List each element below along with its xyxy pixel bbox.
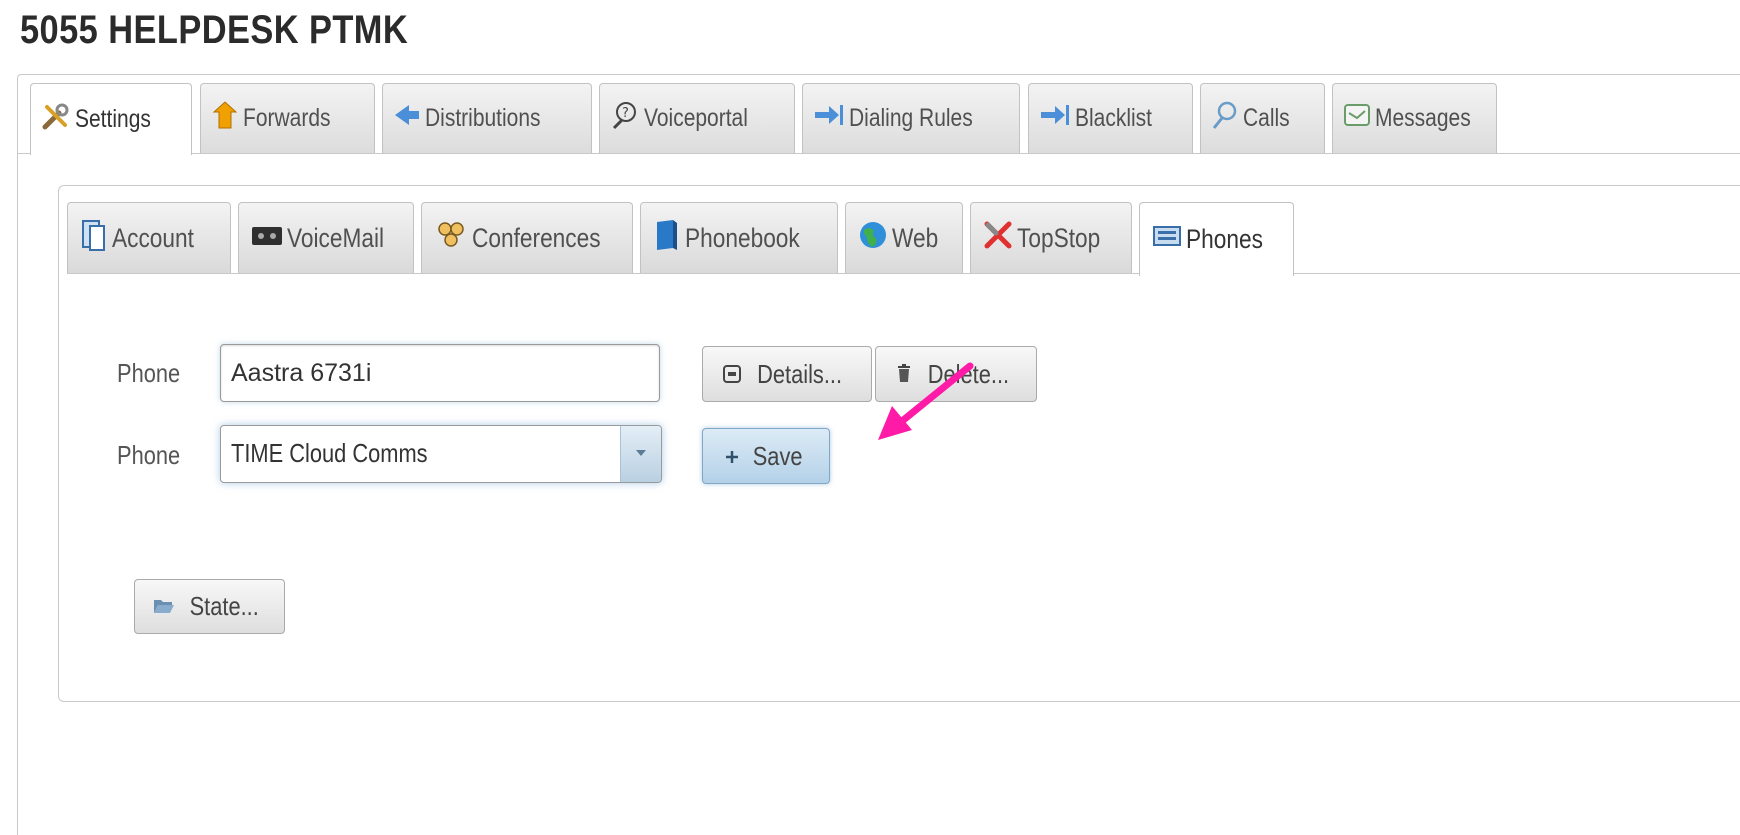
select-value: TIME Cloud Comms [231, 438, 428, 468]
tab-label: Forwards [243, 104, 331, 132]
tab-label: Messages [1375, 104, 1471, 132]
subtab-label: Web [892, 223, 939, 253]
subtab-voicemail[interactable]: VoiceMail [238, 202, 414, 274]
phone-name-input[interactable] [220, 344, 660, 402]
subtab-phones[interactable]: Phones [1139, 202, 1294, 276]
plus-icon [724, 441, 740, 472]
subtab-label: Conferences [472, 223, 601, 253]
tab-messages[interactable]: Messages [1332, 83, 1497, 153]
tab-forwards[interactable]: Forwards [200, 83, 375, 153]
tab-calls[interactable]: Calls [1200, 83, 1325, 153]
tab-label: Calls [1243, 104, 1290, 132]
phones-icon [1152, 224, 1182, 255]
subtab-account[interactable]: Account [67, 202, 231, 274]
svg-text:?: ? [622, 106, 629, 121]
phone-provider-label: Phone [117, 440, 181, 470]
blacklist-icon [1039, 102, 1071, 135]
save-button[interactable]: Save [702, 428, 830, 484]
tab-label: Blacklist [1075, 104, 1153, 132]
details-button[interactable]: Details... [702, 346, 872, 402]
chevron-down-icon [634, 445, 648, 463]
subtab-web[interactable]: Web [845, 202, 963, 274]
tab-settings[interactable]: Settings [30, 83, 192, 155]
tab-distributions[interactable]: Distributions [382, 83, 592, 153]
page-title: 5055 HELPDESK PTMK [20, 8, 409, 52]
annotation-arrow-icon [878, 362, 974, 440]
subtab-label: Phones [1186, 224, 1263, 254]
tab-blacklist[interactable]: Blacklist [1028, 83, 1193, 153]
folder-open-icon [153, 591, 175, 622]
phone-label: Phone [117, 358, 181, 388]
account-icon [80, 218, 108, 259]
state-button[interactable]: State... [134, 579, 285, 634]
subtab-divider [67, 273, 1740, 274]
main-tab-bar: Settings Forwards Distributions ? Voicep… [30, 83, 1740, 155]
state-button-label: State... [189, 591, 260, 621]
subtab-label: Account [112, 223, 194, 253]
subtab-conferences[interactable]: Conferences [421, 202, 633, 274]
details-icon [723, 359, 742, 390]
messages-icon [1343, 102, 1371, 135]
forward-arrow-icon [211, 100, 239, 137]
subtab-topstop[interactable]: TopStop [970, 202, 1132, 274]
details-button-label: Details... [757, 358, 843, 389]
voicemail-icon [251, 223, 283, 254]
globe-icon [858, 220, 888, 257]
tab-voiceportal[interactable]: ? Voiceportal [599, 83, 795, 153]
dialing-rules-icon [813, 102, 845, 135]
dropdown-toggle[interactable] [620, 426, 661, 482]
tab-label: Dialing Rules [849, 104, 973, 132]
distribution-arrow-icon [393, 102, 421, 135]
calls-icon [1211, 100, 1239, 137]
conferences-icon [434, 219, 468, 258]
save-button-label: Save [753, 440, 803, 471]
subtab-phonebook[interactable]: Phonebook [640, 202, 838, 274]
voiceportal-icon: ? [610, 100, 640, 137]
subtab-label: TopStop [1017, 223, 1101, 253]
subtab-label: Phonebook [685, 223, 800, 253]
tab-divider [17, 153, 1740, 154]
phone-provider-select[interactable]: TIME Cloud Comms [220, 425, 662, 483]
tab-label: Voiceportal [644, 104, 748, 132]
wrench-icon [41, 101, 71, 138]
tab-label: Settings [75, 105, 151, 133]
subtab-label: VoiceMail [287, 223, 385, 253]
tab-label: Distributions [425, 104, 541, 132]
tab-dialing-rules[interactable]: Dialing Rules [802, 83, 1020, 153]
topstop-icon [983, 220, 1013, 257]
settings-sub-tab-bar: Account VoiceMail Conferences Phonebook … [67, 202, 1740, 276]
phonebook-icon [653, 218, 681, 259]
